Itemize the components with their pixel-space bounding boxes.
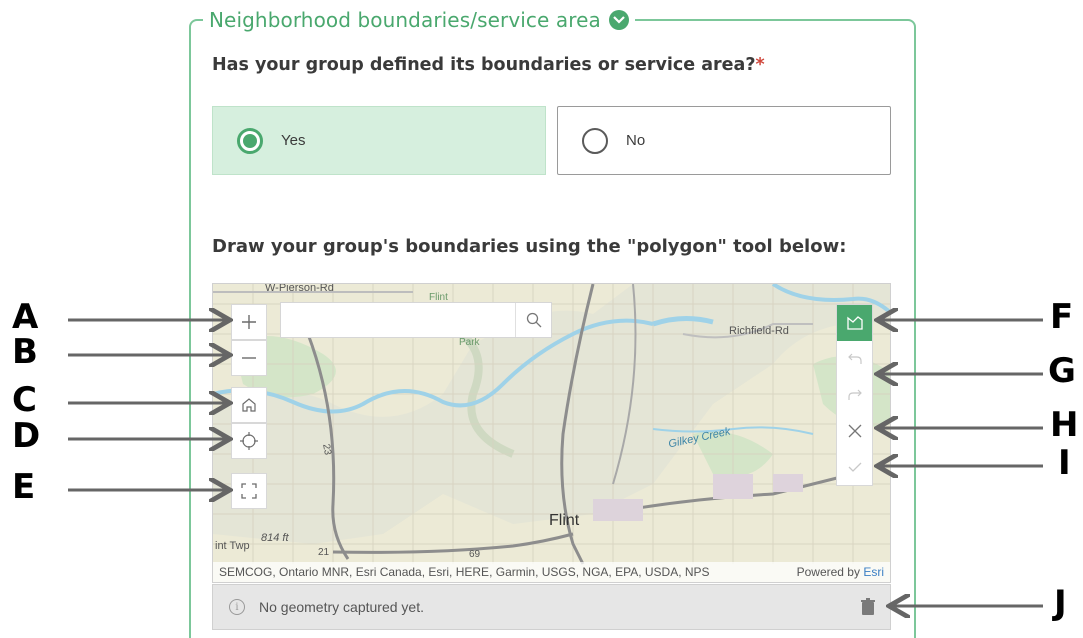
close-icon bbox=[848, 424, 861, 438]
callout-h: H bbox=[1050, 405, 1079, 445]
map-label-flint-park-2: Park bbox=[459, 337, 480, 348]
zoom-in-button[interactable] bbox=[231, 304, 267, 340]
callout-b: B bbox=[12, 332, 38, 372]
radio-checked-icon[interactable] bbox=[237, 127, 263, 154]
redo-button[interactable] bbox=[837, 377, 872, 413]
delete-geometry-button[interactable] bbox=[860, 598, 876, 619]
question-label: Has your group defined its boundaries or… bbox=[212, 55, 765, 75]
powered-by[interactable]: Powered by Esri bbox=[797, 565, 884, 579]
plus-icon bbox=[242, 315, 256, 329]
radio-label-yes: Yes bbox=[281, 132, 306, 149]
map-label-twp: int Twp bbox=[215, 540, 250, 552]
fullscreen-icon bbox=[241, 483, 257, 499]
minus-icon bbox=[242, 357, 256, 359]
required-mark: * bbox=[755, 55, 765, 75]
callout-j: J bbox=[1054, 583, 1067, 623]
radio-option-yes[interactable]: Yes bbox=[212, 106, 546, 175]
undo-button[interactable] bbox=[837, 341, 872, 377]
powered-by-label: Powered by bbox=[796, 565, 860, 579]
map-label-route-23: 23 bbox=[320, 443, 333, 456]
callout-e: E bbox=[12, 467, 36, 507]
radio-option-no[interactable]: No bbox=[557, 106, 891, 175]
section-header[interactable]: Neighborhood boundaries/service area bbox=[203, 6, 635, 34]
cancel-drawing-button[interactable] bbox=[837, 413, 872, 449]
map-label-route-69: 69 bbox=[469, 549, 481, 560]
polygon-tool-button[interactable] bbox=[837, 305, 872, 341]
locate-button[interactable] bbox=[231, 423, 267, 459]
draw-toolbar bbox=[836, 304, 873, 486]
map-label-route-21: 21 bbox=[318, 547, 330, 558]
chevron-down-icon[interactable] bbox=[608, 10, 629, 30]
undo-icon bbox=[847, 353, 862, 364]
callout-d: D bbox=[12, 416, 41, 456]
map-attribution: SEMCOG, Ontario MNR, Esri Canada, Esri, … bbox=[213, 562, 890, 582]
checkmark-icon bbox=[848, 462, 861, 472]
callout-i: I bbox=[1058, 443, 1071, 483]
fullscreen-button[interactable] bbox=[231, 473, 267, 509]
radio-unchecked-icon[interactable] bbox=[582, 127, 608, 154]
map-prompt: Draw your group's boundaries using the "… bbox=[212, 236, 847, 257]
callout-g: G bbox=[1048, 351, 1076, 391]
complete-drawing-button[interactable] bbox=[837, 449, 872, 485]
locate-icon bbox=[240, 432, 258, 450]
home-button[interactable] bbox=[231, 387, 267, 423]
question-text: Has your group defined its boundaries or… bbox=[212, 55, 756, 75]
callout-f: F bbox=[1050, 297, 1074, 337]
map-view[interactable]: W-Pierson-Rd Flint Park Richfield-Rd Gil… bbox=[212, 283, 891, 583]
section-title: Neighborhood boundaries/service area bbox=[209, 8, 601, 32]
map-search[interactable] bbox=[280, 302, 552, 338]
esri-link[interactable]: Esri bbox=[863, 565, 884, 579]
search-icon bbox=[526, 312, 541, 328]
map-label-flint: Flint bbox=[549, 512, 580, 529]
map-label-pierson: W-Pierson-Rd bbox=[265, 283, 334, 294]
home-icon bbox=[242, 398, 256, 412]
callout-c: C bbox=[12, 380, 37, 420]
trash-icon bbox=[861, 598, 875, 615]
map-search-input[interactable] bbox=[281, 303, 515, 337]
geometry-status-bar: i No geometry captured yet. bbox=[212, 584, 891, 630]
status-message: No geometry captured yet. bbox=[259, 599, 424, 615]
page: Neighborhood boundaries/service area Has… bbox=[0, 0, 1083, 638]
radio-label-no: No bbox=[626, 132, 646, 149]
map-label-elevation: 814 ft bbox=[261, 532, 289, 544]
info-icon: i bbox=[229, 599, 245, 615]
search-button[interactable] bbox=[515, 303, 551, 337]
zoom-out-button[interactable] bbox=[231, 340, 267, 376]
polygon-icon bbox=[846, 316, 863, 330]
callout-a: A bbox=[12, 297, 39, 337]
map-label-richfield: Richfield-Rd bbox=[729, 325, 789, 337]
redo-icon bbox=[847, 389, 862, 400]
attribution-text: SEMCOG, Ontario MNR, Esri Canada, Esri, … bbox=[219, 565, 710, 579]
